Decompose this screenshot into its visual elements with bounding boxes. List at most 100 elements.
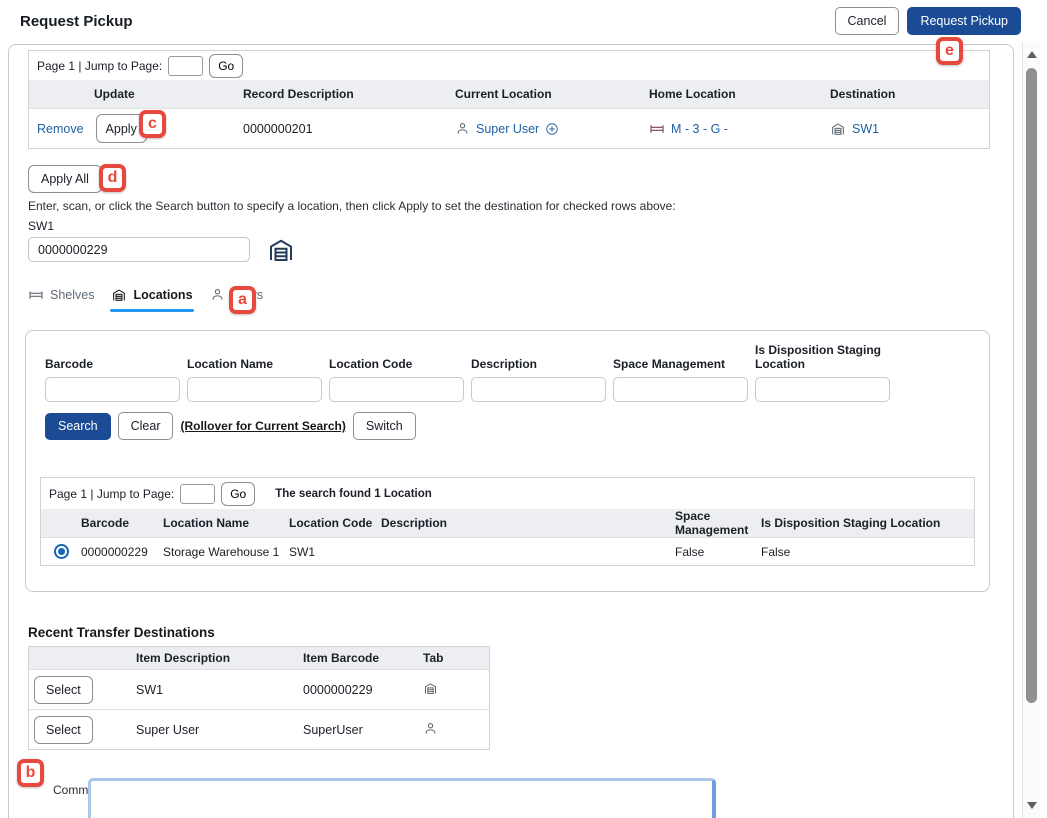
comments-textarea[interactable] (88, 778, 716, 818)
scrollbar-down-arrow-icon[interactable] (1027, 802, 1037, 809)
col-space-management: Space Management (675, 509, 761, 537)
destination-link[interactable]: SW1 (852, 122, 879, 136)
request-pickup-panel: Page 1 | Jump to Page: Go Update Record … (8, 44, 1014, 818)
warehouse-icon (111, 287, 127, 303)
field-description: Description (471, 343, 606, 402)
select-cell: Select (29, 716, 136, 744)
tab-cell (423, 681, 489, 699)
results-pagination: Page 1 | Jump to Page: Go The search fou… (41, 478, 974, 509)
update-cell: Remove Apply (29, 114, 243, 143)
annotation-e: e (936, 37, 963, 65)
go-button[interactable]: Go (221, 482, 255, 506)
location-name-cell: Storage Warehouse 1 (163, 545, 289, 559)
recent-transfers-table: Item Description Item Barcode Tab Select… (28, 646, 490, 750)
top-bar: Request Pickup Cancel Request Pickup (0, 0, 1047, 42)
field-is-disposition: Is Disposition Staging Location (755, 343, 890, 402)
request-pickup-button[interactable]: Request Pickup (907, 7, 1021, 35)
location-name-label: Location Name (187, 343, 322, 377)
warehouse-icon (266, 235, 296, 265)
space-management-input[interactable] (613, 377, 748, 402)
item-barcode-cell: SuperUser (303, 723, 423, 737)
user-icon (423, 721, 438, 736)
request-pickup-page: Request Pickup Cancel Request Pickup Pag… (0, 0, 1047, 818)
location-code-input[interactable] (329, 377, 464, 402)
remove-link[interactable]: Remove (37, 122, 84, 136)
apply-all-button[interactable]: Apply All (28, 165, 102, 193)
scrollbar-thumb[interactable] (1026, 68, 1037, 703)
home-location-cell: M - 3 - G - (649, 121, 830, 137)
clear-button[interactable]: Clear (118, 412, 174, 440)
col-record-description: Record Description (243, 87, 455, 101)
col-update: Update (29, 87, 243, 101)
tab-shelves[interactable]: Shelves (28, 287, 94, 312)
search-results-table: Page 1 | Jump to Page: Go The search fou… (40, 477, 975, 566)
rollover-current-search-link[interactable]: (Rollover for Current Search) (180, 419, 345, 433)
col-home-location: Home Location (649, 87, 830, 101)
tab-locations[interactable]: Locations (111, 287, 192, 312)
space-management-cell: False (675, 545, 761, 559)
current-location-link[interactable]: Super User (476, 122, 539, 136)
pickup-table-pagination: Page 1 | Jump to Page: Go (29, 51, 989, 80)
page-title: Request Pickup (20, 13, 133, 30)
vertical-scrollbar (1022, 42, 1040, 818)
shelf-icon (28, 287, 44, 303)
select-button[interactable]: Select (34, 716, 93, 744)
jump-to-page-input[interactable] (168, 56, 203, 76)
search-fields: Barcode Location Name Location Code Desc… (45, 343, 890, 402)
description-label: Description (471, 343, 606, 377)
tab-cell (423, 721, 489, 739)
item-description-cell: Super User (136, 723, 303, 737)
destination-cell: SW1 (830, 121, 989, 137)
page-indicator: Page 1 | Jump to Page: (49, 487, 174, 501)
search-button[interactable]: Search (45, 413, 111, 440)
col-location-code: Location Code (289, 516, 381, 530)
results-table-row: 0000000229 Storage Warehouse 1 SW1 False… (41, 537, 974, 565)
barcode-cell: 0000000229 (81, 545, 163, 559)
col-item-description: Item Description (136, 651, 303, 665)
recent-transfer-row: Select Super User SuperUser (29, 709, 489, 749)
location-search-panel: Barcode Location Name Location Code Desc… (25, 330, 990, 592)
warehouse-icon (830, 121, 846, 137)
is-disposition-input[interactable] (755, 377, 890, 402)
description-input[interactable] (471, 377, 606, 402)
radio-cell (41, 544, 81, 559)
record-description-cell: 0000000201 (243, 122, 455, 136)
recent-transfers-title: Recent Transfer Destinations (28, 625, 215, 640)
instruction-text: Enter, scan, or click the Search button … (28, 199, 676, 213)
col-barcode: Barcode (81, 516, 163, 530)
col-current-location: Current Location (455, 87, 649, 101)
location-barcode-input[interactable] (28, 237, 250, 262)
home-location-link[interactable]: M - 3 - G - (671, 122, 728, 136)
tab-locations-label: Locations (133, 288, 192, 302)
search-found-text: The search found 1 Location (275, 488, 432, 500)
results-table-header: Barcode Location Name Location Code Desc… (41, 509, 974, 537)
page-indicator: Page 1 | Jump to Page: (37, 59, 162, 73)
col-item-barcode: Item Barcode (303, 651, 423, 665)
jump-to-page-input[interactable] (180, 484, 215, 504)
scrollbar-up-arrow-icon[interactable] (1027, 51, 1037, 58)
barcode-input[interactable] (45, 377, 180, 402)
switch-button[interactable]: Switch (353, 412, 416, 440)
annotation-c: c (139, 110, 166, 138)
space-management-label: Space Management (613, 343, 748, 377)
pickup-table-row: Remove Apply 0000000201 Super User M - 3… (29, 108, 989, 148)
col-location-name: Location Name (163, 516, 289, 530)
col-destination: Destination (830, 87, 989, 101)
col-is-disposition: Is Disposition Staging Location (761, 516, 974, 530)
pickup-table-header: Update Record Description Current Locati… (29, 80, 989, 108)
circle-plus-icon[interactable] (545, 122, 559, 136)
warehouse-icon (423, 681, 438, 696)
field-location-code: Location Code (329, 343, 464, 402)
selected-location-label: SW1 (28, 219, 54, 233)
cancel-button[interactable]: Cancel (835, 7, 900, 35)
location-radio[interactable] (54, 544, 69, 559)
select-button[interactable]: Select (34, 676, 93, 704)
recent-transfers-header: Item Description Item Barcode Tab (29, 647, 489, 669)
annotation-a: a (229, 286, 256, 314)
col-tab: Tab (423, 651, 489, 665)
go-button[interactable]: Go (209, 54, 243, 78)
select-cell: Select (29, 676, 136, 704)
recent-transfer-row: Select SW1 0000000229 (29, 669, 489, 709)
current-location-cell: Super User (455, 121, 649, 136)
location-name-input[interactable] (187, 377, 322, 402)
